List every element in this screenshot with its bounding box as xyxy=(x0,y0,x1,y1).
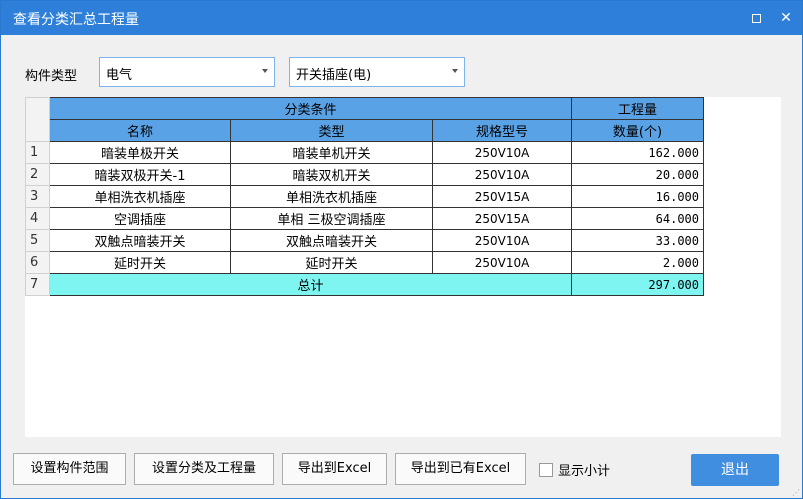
total-qty[interactable]: 297.000 xyxy=(571,273,704,296)
row-number: 4 xyxy=(25,207,50,230)
row-number: 1 xyxy=(25,141,50,164)
column-header-name[interactable]: 名称 xyxy=(49,119,231,142)
cell-qty[interactable]: 162.000 xyxy=(571,141,704,164)
table-row[interactable]: 1 暗装单极开关 暗装单机开关 250V10A 162.000 xyxy=(25,141,704,164)
cell-type[interactable]: 暗装双机开关 xyxy=(230,163,433,186)
exit-button[interactable]: 退出 xyxy=(691,454,779,486)
cell-type[interactable]: 单相洗衣机插座 xyxy=(230,185,433,208)
cell-name[interactable]: 双触点暗装开关 xyxy=(49,229,231,252)
export-excel-button[interactable]: 导出到Excel xyxy=(282,453,387,485)
cell-qty[interactable]: 33.000 xyxy=(571,229,704,252)
show-subtotal-label[interactable]: 显示小计 xyxy=(558,460,610,479)
cell-qty[interactable]: 64.000 xyxy=(571,207,704,230)
cell-name[interactable]: 暗装双极开关-1 xyxy=(49,163,231,186)
column-header-qty[interactable]: 数量(个) xyxy=(571,119,704,142)
quantity-group-header: 工程量 xyxy=(571,97,704,120)
set-class-button[interactable]: 设置分类及工程量 xyxy=(134,453,274,485)
cell-spec[interactable]: 250V15A xyxy=(432,185,572,208)
row-number: 2 xyxy=(25,163,50,186)
row-number: 6 xyxy=(25,251,50,274)
total-label[interactable]: 总计 xyxy=(49,273,572,296)
title-bar[interactable]: 查看分类汇总工程量 ✕ xyxy=(1,1,802,35)
total-row[interactable]: 7 总计 297.000 xyxy=(25,273,704,296)
summary-grid[interactable]: 分类条件 工程量 名称 类型 规格型号 数量(个) 1 暗装单极开关 暗装单机开… xyxy=(25,97,781,437)
cell-type[interactable]: 延时开关 xyxy=(230,251,433,274)
cell-type[interactable]: 单相 三极空调插座 xyxy=(230,207,433,230)
row-number: 7 xyxy=(25,273,50,296)
cell-qty[interactable]: 2.000 xyxy=(571,251,704,274)
cell-type[interactable]: 双触点暗装开关 xyxy=(230,229,433,252)
table-row[interactable]: 2 暗装双极开关-1 暗装双机开关 250V10A 20.000 xyxy=(25,163,704,186)
chevron-down-icon xyxy=(452,69,458,73)
cell-qty[interactable]: 20.000 xyxy=(571,163,704,186)
cell-qty[interactable]: 16.000 xyxy=(571,185,704,208)
subcategory-select[interactable]: 开关插座(电) xyxy=(289,57,465,87)
cell-name[interactable]: 空调插座 xyxy=(49,207,231,230)
table-row[interactable]: 4 空调插座 单相 三极空调插座 250V15A 64.000 xyxy=(25,207,704,230)
export-existing-excel-button[interactable]: 导出到已有Excel xyxy=(395,453,526,485)
cell-spec[interactable]: 250V10A xyxy=(432,251,572,274)
dialog-window: 查看分类汇总工程量 ✕ 构件类型 电气 开关插座(电) 分类条件 工程量 名称 … xyxy=(0,0,803,499)
minimize-icon[interactable] xyxy=(745,7,767,29)
show-subtotal-checkbox[interactable] xyxy=(539,463,553,477)
row-number: 3 xyxy=(25,185,50,208)
column-header-type[interactable]: 类型 xyxy=(230,119,433,142)
subcategory-value: 开关插座(电) xyxy=(296,68,372,83)
grid-corner xyxy=(25,97,50,142)
window-title: 查看分类汇总工程量 xyxy=(13,12,139,28)
resize-grip-icon[interactable]: ⋰ xyxy=(792,488,800,497)
cell-type[interactable]: 暗装单机开关 xyxy=(230,141,433,164)
cell-name[interactable]: 延时开关 xyxy=(49,251,231,274)
table-row[interactable]: 5 双触点暗装开关 双触点暗装开关 250V10A 33.000 xyxy=(25,229,704,252)
category-select[interactable]: 电气 xyxy=(99,57,275,87)
cell-name[interactable]: 单相洗衣机插座 xyxy=(49,185,231,208)
category-value: 电气 xyxy=(106,68,133,83)
column-header-spec[interactable]: 规格型号 xyxy=(432,119,572,142)
close-icon[interactable]: ✕ xyxy=(775,7,797,29)
cell-name[interactable]: 暗装单极开关 xyxy=(49,141,231,164)
cell-spec[interactable]: 250V15A xyxy=(432,207,572,230)
row-number: 5 xyxy=(25,229,50,252)
set-range-button[interactable]: 设置构件范围 xyxy=(13,453,126,485)
table-row[interactable]: 6 延时开关 延时开关 250V10A 2.000 xyxy=(25,251,704,274)
summary-table: 分类条件 工程量 名称 类型 规格型号 数量(个) 1 暗装单极开关 暗装单机开… xyxy=(25,97,704,296)
cell-spec[interactable]: 250V10A xyxy=(432,229,572,252)
chevron-down-icon xyxy=(262,69,268,73)
component-type-label: 构件类型 xyxy=(25,69,78,84)
cell-spec[interactable]: 250V10A xyxy=(432,141,572,164)
cell-spec[interactable]: 250V10A xyxy=(432,163,572,186)
group-header: 分类条件 xyxy=(49,97,572,120)
table-row[interactable]: 3 单相洗衣机插座 单相洗衣机插座 250V15A 16.000 xyxy=(25,185,704,208)
